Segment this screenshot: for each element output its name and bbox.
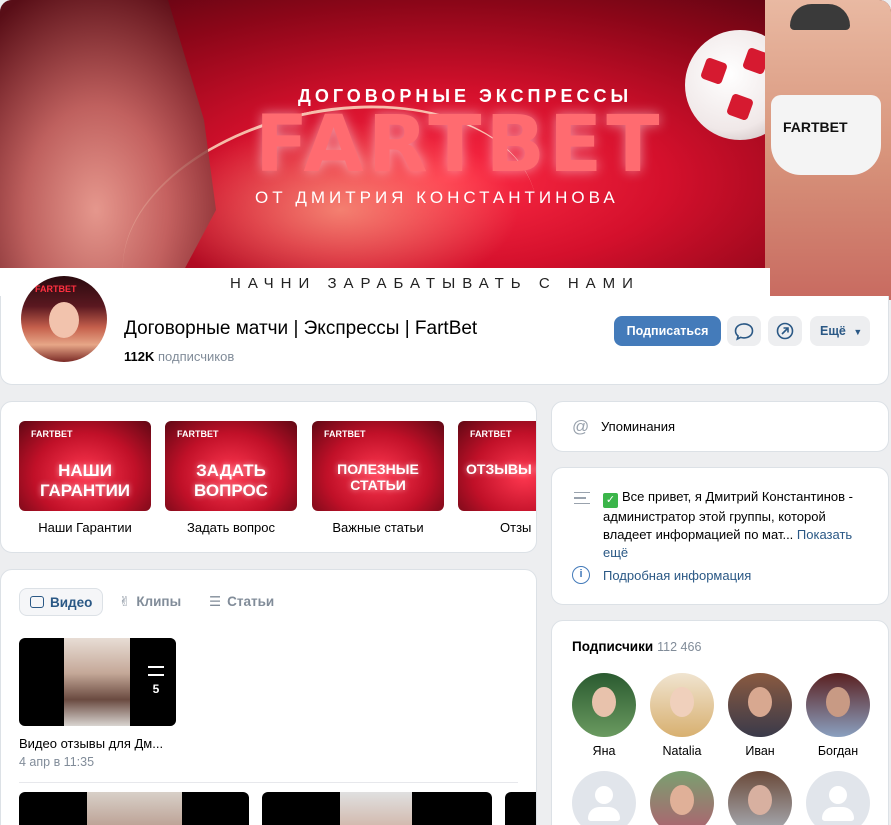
link-art-text: ПОЛЕЗНЫЕ СТАТЬИ [337,461,419,493]
link-art-text: НАШИ ГАРАНТИИ [39,461,131,500]
link-label: Задать вопрос [187,520,275,535]
tab-video[interactable]: Видео [19,588,104,616]
tab-label: Видео [50,595,93,610]
cover-author: ОТ ДМИТРИЯ КОНСТАНТИНОВА [255,188,619,207]
default-avatar-icon [806,771,870,825]
link-brand: FARTBET [31,429,73,439]
link-thumbnail: FARTBET ПОЛЕЗНЫЕ СТАТЬИ [312,421,444,511]
group-subscribers[interactable]: 112K подписчиков [124,349,234,364]
video-thumbnail[interactable] [262,792,492,825]
subscriber-item[interactable] [572,771,636,825]
about-card: ✓ Все привет, я Дмитрий Константинов - ад… [551,467,889,605]
subscriber-item[interactable] [806,771,870,825]
message-icon [734,323,754,341]
at-icon: @ [572,417,590,436]
check-mark-icon: ✓ [603,493,618,508]
link-tile[interactable]: FARTBET ЗАДАТЬ ВОПРОС Задать вопрос [165,421,297,535]
subscriber-item[interactable]: Natalia [650,673,714,758]
divider [19,782,518,783]
video-icon [30,596,44,608]
subscriber-avatar [572,673,636,737]
video-thumbnail[interactable] [19,792,249,825]
subscribers-count: 112K [124,349,155,364]
playlist-thumbnail[interactable]: 5 [19,638,176,726]
share-icon [776,322,794,340]
subscriber-item[interactable]: Иван [728,673,792,758]
detailed-info-link[interactable]: Подробная информация [603,568,751,583]
mentions-card[interactable]: @ Упоминания [551,401,889,452]
tab-label: Клипы [136,594,182,609]
playlist-count-value: 5 [152,682,160,696]
link-thumbnail: FARTBET НАШИ ГАРАНТИИ [19,421,151,511]
subscribers-card: Подписчики 112 466 Яна Natalia Иван Богда… [551,620,889,825]
links-card: FARTBET НАШИ ГАРАНТИИ Наши Гарантии FART… [0,401,537,553]
subscriber-name: Яна [592,744,616,758]
subscriber-item[interactable] [650,771,714,825]
video-preview-image [64,638,130,726]
link-tile[interactable]: FARTBET НАШИ ГАРАНТИИ Наши Гарантии [19,421,151,535]
link-brand: FARTBET [177,429,219,439]
tab-label: Статьи [227,594,275,609]
cover-brand: FARTBET [255,100,664,190]
subscriber-item[interactable]: Богдан [806,673,870,758]
share-button[interactable] [768,316,802,346]
cover-tagline: НАЧНИ ЗАРАБАТЫВАТЬ С НАМИ [230,275,640,292]
link-brand: FARTBET [324,429,366,439]
cap-image [790,4,850,30]
link-brand: FARTBET [470,429,512,439]
group-description: ✓ Все привет, я Дмитрий Константинов - ад… [603,488,868,562]
group-avatar[interactable]: FARTBET [17,272,111,366]
link-label: Важные статьи [332,520,424,535]
video-thumbnail[interactable] [505,792,536,825]
subscriber-avatar [728,771,792,825]
group-name: Договорные матчи | Экспрессы | FartBet [124,318,478,339]
more-label: Ещё [820,324,846,338]
message-button[interactable] [727,316,761,346]
playlist-date: 4 апр в 11:35 [19,755,95,769]
link-thumbnail: FARTBET ЗАДАТЬ ВОПРОС [165,421,297,511]
subscriber-name: Natalia [662,744,702,758]
avatar-tag: FARTBET [35,284,77,294]
subscriber-item[interactable]: Яна [572,673,636,758]
subscribers-label: подписчиков [158,349,235,364]
media-card: Видео ✌ Клипы ☰ Статьи 5 Видео отзывы для … [0,569,537,825]
description-icon [574,492,590,504]
playlist-count: 5 [136,638,176,726]
playlist-title[interactable]: Видео отзывы для Дм... [19,736,163,751]
cover-tagline-strip: НАЧНИ ЗАРАБАТЫВАТЬ С НАМИ [0,268,770,298]
chevron-down-icon: ▼ [853,327,863,337]
info-icon: i [572,566,590,584]
link-art-text: ОТЗЫВЫ КЛИЕН [466,461,536,477]
subscriber-avatar [728,673,792,737]
cover-banner: FARTBET ДОГОВОРНЫЕ ЭКСПРЕССЫ FARTBET ОТ … [0,0,891,300]
subscribers-title: Подписчики [572,639,654,654]
link-label: Наши Гарантии [38,520,132,535]
clips-icon: ✌ [119,594,131,609]
mentions-label: Упоминания [601,419,676,434]
subscribers-heading[interactable]: Подписчики 112 466 [572,639,701,654]
link-tile[interactable]: FARTBET ПОЛЕЗНЫЕ СТАТЬИ Важные статьи [312,421,444,535]
subscriber-avatar [650,673,714,737]
link-art-text: ЗАДАТЬ ВОПРОС [194,461,268,500]
subscribers-total: 112 466 [657,640,702,654]
subscriber-name: Богдан [817,744,859,758]
default-avatar-icon [572,771,636,825]
link-thumbnail: FARTBET ОТЗЫВЫ КЛИЕН [458,421,536,511]
tab-articles[interactable]: ☰ Статьи [199,588,284,616]
playlist-icon [148,666,164,676]
subscriber-item[interactable] [728,771,792,825]
link-tile[interactable]: FARTBET ОТЗЫВЫ КЛИЕН Отзы [458,421,536,535]
subscriber-avatar [806,673,870,737]
more-button[interactable]: Ещё ▼ [810,316,870,346]
subscriber-name: Иван [745,744,775,758]
subscriber-avatar [650,771,714,825]
subscribe-button[interactable]: Подписаться [614,316,721,346]
articles-icon: ☰ [209,594,222,609]
link-label: Отзы [500,520,532,535]
shirt-image: FARTBET [771,95,881,175]
tab-clips[interactable]: ✌ Клипы [109,588,191,616]
cover-figure-right: FARTBET [765,0,891,300]
shirt-text: FARTBET [783,119,848,135]
